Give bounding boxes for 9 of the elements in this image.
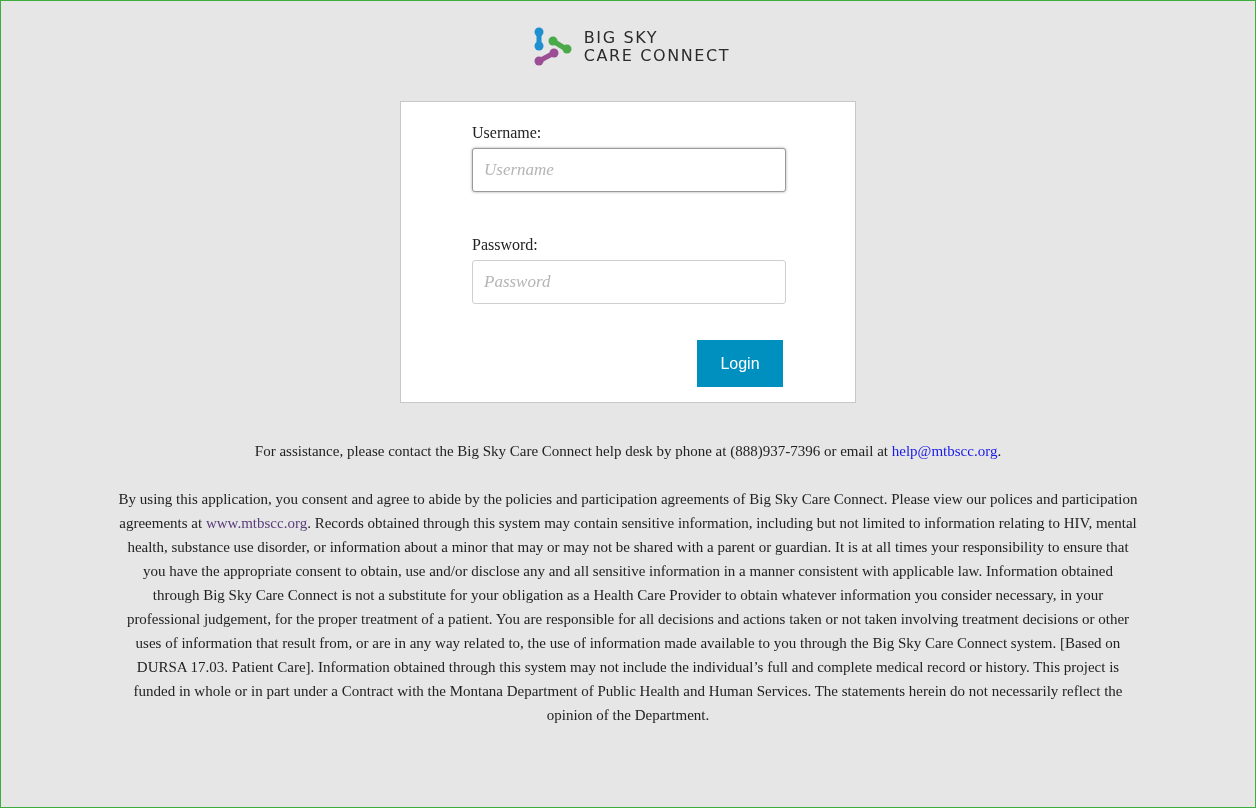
- field-label: Username:: [472, 124, 543, 142]
- login-button[interactable]: Login: [697, 340, 783, 387]
- assistance-text: For assistance, please contact the Big Sky Care Connect help desk by phone at (888)937-7396 or email at help@mtbscc.org.: [253, 442, 1003, 461]
- logo-text: BIG SKY: [583, 29, 660, 47]
- field-label: Password:: [472, 236, 539, 254]
- logo-text: CARE CONNECT: [583, 47, 731, 65]
- input-field[interactable]: Password: [472, 260, 786, 304]
- disclaimer-text: By using this application, you consent and agree to abide by the policies and participation agreements of Big Sky Care Connect. Please view our polices and participation agreements at www.mtbscc.org. Records obtained through this system may contain sensitive information, including but not limited to information relating to HIV, mental health, substance use disorder, or information about a minor that may or may not be shared with a parent or guardian. It is at all times your responsibility to ensure that you have the appropriate consent to obtain, use and/or disclose any and all sensitive information in a manner consistent with applicable law. Information obtained through Big Sky Care Connect is not a substitute for your obligation as a Health Care Provider to obtain whatever information you consider necessary, in your professional judgement, for the proper treatment of a patient. You are responsible for all decisions and actions taken or not taken involving treatment decisions or other uses of information that result from, or are in any way related to, the use of information made available to you through the Big Sky Care Connect system. [Based on DURSA 17.03. Patient Care]. Information obtained through this system may not include the individual’s full and complete medical record or history. This project is funded in whole or in part under a Contract with the Montana Department of Public Health and Human Services. The statements herein do not necessarily reflect the opinion of the Department.: [118, 490, 1138, 725]
- input-field[interactable]: Username: [472, 148, 786, 192]
